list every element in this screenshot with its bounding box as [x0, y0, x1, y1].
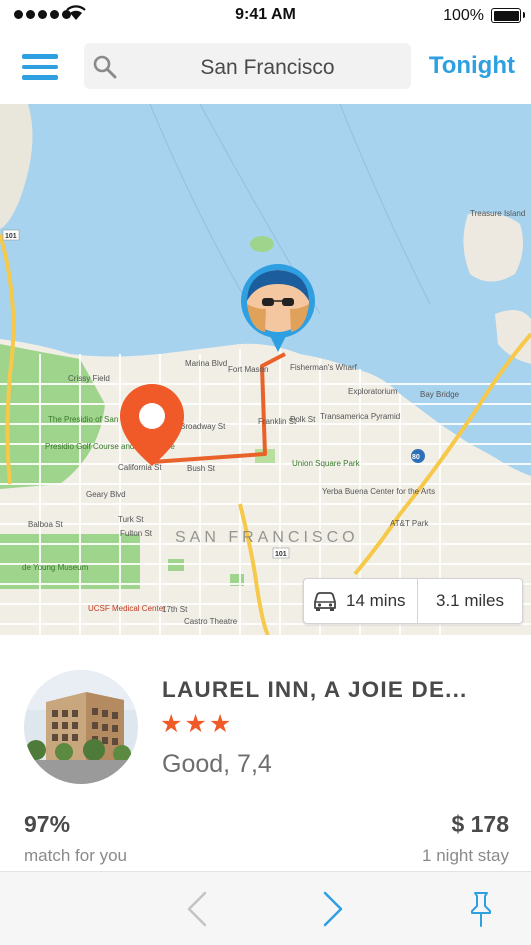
battery-icon [491, 8, 525, 23]
search-input[interactable]: San Francisco [84, 43, 411, 89]
map-label: Crissy Field [68, 374, 110, 383]
map-label: UCSF Medical Center [88, 604, 166, 613]
match-percent: 97% [24, 811, 71, 837]
hotel-card[interactable]: LAUREL INN, A JOIE DE... ★★★ Good, 7,4 9… [0, 635, 531, 871]
map-label: Exploratorium [348, 387, 398, 396]
hotel-name: LAUREL INN, A JOIE DE... [162, 677, 468, 702]
map-label: Geary Blvd [86, 490, 126, 499]
price-label: 1 night stay [422, 846, 509, 865]
map-label: Turk St [118, 515, 144, 524]
top-bar: San Francisco Tonight [0, 32, 531, 104]
map-view[interactable]: Crissy Field The Presidio of San Francis… [0, 104, 531, 635]
status-bar: 9:41 AM 100% [0, 0, 531, 32]
search-icon [93, 55, 117, 79]
map-label: Broadway St [180, 422, 226, 431]
map-label: Polk St [290, 415, 316, 424]
search-value: San Francisco [200, 56, 335, 79]
match-label: match for you [24, 846, 127, 865]
hotel-rating: Good, 7,4 [162, 750, 272, 778]
map-canvas: Crissy Field The Presidio of San Francis… [0, 104, 531, 635]
map-label: Fort Mason [228, 365, 268, 374]
car-icon [314, 592, 336, 611]
chevron-right-icon[interactable] [320, 890, 346, 928]
route-info-badge: 14 mins 3.1 miles [303, 578, 523, 624]
map-label: Bush St [187, 464, 216, 473]
map-label: Union Square Park [292, 459, 361, 468]
bottom-toolbar [0, 871, 531, 945]
highway-shield: 101 [5, 233, 17, 240]
map-label: Marina Blvd [185, 359, 227, 368]
map-label: Fulton St [120, 529, 153, 538]
map-label: Castro Theatre [184, 617, 238, 626]
map-label: Yerba Buena Center for the Arts [322, 487, 435, 496]
highway-shield: 80 [412, 454, 420, 461]
tonight-button[interactable]: Tonight [429, 52, 515, 80]
hotel-stars-icon: ★★★ [160, 710, 234, 738]
hotel-photo [24, 670, 138, 784]
chevron-left-icon[interactable] [184, 890, 210, 928]
map-label: Transamerica Pyramid [320, 412, 400, 421]
pin-icon[interactable] [468, 890, 494, 928]
map-label: Fisherman's Wharf [290, 363, 358, 372]
map-label: de Young Museum [22, 563, 89, 572]
menu-icon[interactable] [22, 52, 58, 82]
map-label: Bay Bridge [420, 390, 460, 399]
battery-percent: 100% [443, 7, 484, 24]
price-value: $ 178 [451, 811, 509, 837]
map-label: California St [118, 463, 162, 472]
route-duration: 14 mins [346, 591, 406, 610]
map-label: Balboa St [28, 520, 63, 529]
highway-shield: 101 [275, 551, 287, 558]
map-label: Treasure Island [470, 209, 525, 218]
map-label: AT&T Park [390, 519, 429, 528]
map-label: 17th St [162, 605, 188, 614]
city-label: SAN FRANCISCO [175, 529, 359, 546]
route-distance: 3.1 miles [435, 591, 505, 610]
